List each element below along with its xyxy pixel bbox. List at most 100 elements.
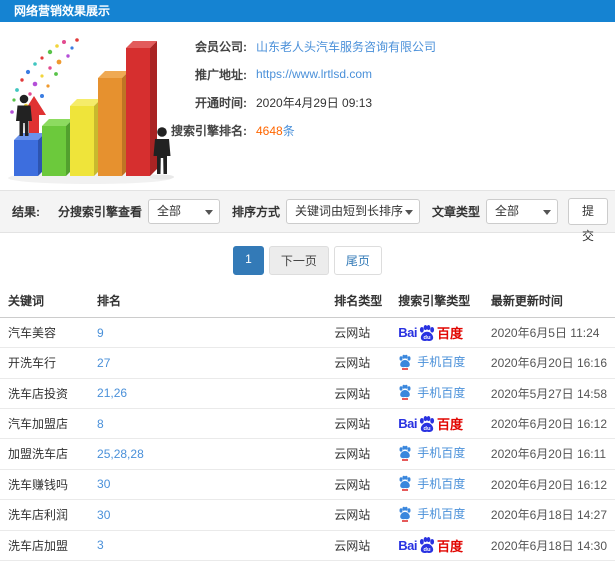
engine-cell: Bai du 百度 xyxy=(390,530,483,561)
last-page-button[interactable]: 尾页 xyxy=(333,246,382,275)
sort-label: 排序方式 xyxy=(232,205,281,219)
sort-select[interactable]: 关键词由短到长排序 xyxy=(286,199,421,224)
rank-type-cell: 云网站 xyxy=(326,499,391,531)
mobile-baidu-logo: 手机百度 xyxy=(398,384,465,401)
baidu-logo: Bai du 百度 xyxy=(398,537,463,554)
keyword-cell: 汽车加盟店 xyxy=(0,408,90,439)
engine-rank-unit: 条 xyxy=(282,123,295,138)
mobile-baidu-logo: 手机百度 xyxy=(398,475,465,492)
article-type-label: 文章类型 xyxy=(432,205,481,219)
rank-type-cell: 云网站 xyxy=(326,317,391,348)
header-rank: 排名 xyxy=(89,284,327,318)
sort-selected: 关键词由短到长排序 xyxy=(295,204,404,218)
rank-link[interactable]: 25,28,28 xyxy=(89,438,327,470)
update-time-cell: 2020年6月20日 16:11 xyxy=(482,438,615,470)
article-type-selected: 全部 xyxy=(495,204,520,218)
page-1-button[interactable]: 1 xyxy=(233,246,264,275)
chevron-down-icon xyxy=(543,210,552,215)
header-updated: 最新更新时间 xyxy=(482,284,615,318)
next-page-button[interactable]: 下一页 xyxy=(268,246,329,275)
table-row: 洗车店加盟 3 云网站 Bai du 百度 2020年6月18日 14:30 xyxy=(0,530,615,561)
mobile-baidu-logo: 手机百度 xyxy=(398,505,465,522)
rank-link[interactable]: 3 xyxy=(89,530,327,561)
rank-type-cell: 云网站 xyxy=(326,530,391,561)
rank-link[interactable]: 30 xyxy=(89,499,327,531)
promo-url-link[interactable]: https://www.lrtlsd.com xyxy=(256,67,372,81)
header-rank-type: 排名类型 xyxy=(326,284,391,318)
rank-link[interactable]: 27 xyxy=(89,347,327,379)
mobile-baidu-paw-icon xyxy=(399,445,411,461)
page-title: 网络营销效果展示 xyxy=(0,0,615,22)
article-type-select[interactable]: 全部 xyxy=(486,199,559,224)
engine-view-selected: 全部 xyxy=(157,204,182,218)
table-row: 开洗车行 27 云网站 手机百度 2020年6月20日 16:16 xyxy=(0,347,615,379)
header-engine-type: 搜索引擎类型 xyxy=(390,284,483,318)
chevron-down-icon xyxy=(405,210,414,215)
baidu-logo: Bai du 百度 xyxy=(398,324,463,341)
update-time-cell: 2020年6月18日 14:27 xyxy=(482,499,615,531)
submit-button[interactable]: 提交 xyxy=(568,198,609,243)
open-time-value: 2020年4月29日 09:13 xyxy=(256,95,373,110)
rank-type-cell: 云网站 xyxy=(326,438,391,470)
update-time-cell: 2020年6月20日 16:12 xyxy=(482,469,615,500)
rank-type-cell: 云网站 xyxy=(326,469,391,500)
table-header-row: 关键词 排名 排名类型 搜索引擎类型 最新更新时间 xyxy=(0,284,615,318)
keyword-cell: 洗车店利润 xyxy=(0,499,90,531)
update-time-cell: 2020年6月20日 16:12 xyxy=(482,408,615,439)
mobile-baidu-logo: 手机百度 xyxy=(398,353,465,370)
update-time-cell: 2020年6月20日 16:16 xyxy=(482,347,615,379)
rank-type-cell: 云网站 xyxy=(326,347,391,379)
keyword-cell: 加盟洗车店 xyxy=(0,438,90,470)
bar-blue xyxy=(14,133,45,176)
mobile-baidu-paw-icon xyxy=(399,475,411,491)
table-row: 汽车加盟店 8 云网站 Bai du 百度 2020年6月20日 16:12 xyxy=(0,408,615,439)
rank-link[interactable]: 8 xyxy=(89,408,327,439)
results-table: 关键词 排名 排名类型 搜索引擎类型 最新更新时间 汽车美容 9 云网站 Bai… xyxy=(0,284,615,561)
engine-view-select[interactable]: 全部 xyxy=(148,199,221,224)
rank-type-cell: 云网站 xyxy=(326,378,391,409)
table-row: 汽车美容 9 云网站 Bai du 百度 2020年6月5日 11:24 xyxy=(0,317,615,348)
table-row: 洗车店利润 30 云网站 手机百度 2020年6月18日 14:27 xyxy=(0,499,615,531)
chevron-down-icon xyxy=(205,210,214,215)
table-row: 洗车赚钱吗 30 云网站 手机百度 2020年6月20日 16:12 xyxy=(0,469,615,500)
bar-orange xyxy=(98,71,129,176)
rank-link[interactable]: 30 xyxy=(89,469,327,500)
bar-red xyxy=(126,41,157,176)
rank-link[interactable]: 9 xyxy=(89,317,327,348)
bar-green xyxy=(42,119,73,176)
update-time-cell: 2020年6月18日 14:30 xyxy=(482,530,615,561)
bar-chart-illustration xyxy=(8,38,174,184)
header-keyword: 关键词 xyxy=(0,284,90,318)
keyword-cell: 洗车店投资 xyxy=(0,378,90,409)
table-row: 加盟洗车店 25,28,28 云网站 手机百度 2020年6月20日 16:11 xyxy=(0,438,615,470)
table-row: 洗车店投资 21,26 云网站 手机百度 2020年5月27日 14:58 xyxy=(0,378,615,409)
baidu-paw-icon: du xyxy=(419,537,435,553)
rank-link[interactable]: 21,26 xyxy=(89,378,327,409)
member-info-section: 会员公司: 山东老人头汽车服务咨询有限公司 推广地址: https://www.… xyxy=(0,22,615,190)
engine-cell: Bai du 百度 xyxy=(390,408,483,439)
rank-type-cell: 云网站 xyxy=(326,408,391,439)
keyword-cell: 汽车美容 xyxy=(0,317,90,348)
filter-bar: 结果: 分搜索引擎查看 全部 排序方式 关键词由短到长排序 文章类型 全部 提交 xyxy=(0,190,615,243)
result-label: 结果: xyxy=(12,205,40,219)
keyword-cell: 开洗车行 xyxy=(0,347,90,379)
bar-yellow xyxy=(70,99,101,176)
engine-cell: 手机百度 xyxy=(390,378,483,409)
keyword-cell: 洗车赚钱吗 xyxy=(0,469,90,500)
baidu-logo: Bai du 百度 xyxy=(398,415,463,432)
results-table-body: 汽车美容 9 云网站 Bai du 百度 2020年6月5日 11:24 开洗车… xyxy=(0,317,615,561)
pagination: 1 下一页 尾页 xyxy=(0,246,615,275)
svg-text:du: du xyxy=(423,547,431,553)
update-time-cell: 2020年6月5日 11:24 xyxy=(482,317,615,348)
keyword-cell: 洗车店加盟 xyxy=(0,530,90,561)
svg-text:du: du xyxy=(423,334,431,340)
engine-rank-count: 4648 xyxy=(256,123,283,138)
svg-text:du: du xyxy=(423,425,431,431)
engine-view-label: 分搜索引擎查看 xyxy=(58,205,143,219)
mobile-baidu-paw-icon xyxy=(399,354,411,370)
engine-cell: 手机百度 xyxy=(390,469,483,500)
engine-cell: 手机百度 xyxy=(390,347,483,379)
baidu-paw-icon: du xyxy=(419,415,435,432)
member-company-link[interactable]: 山东老人头汽车服务咨询有限公司 xyxy=(256,38,436,55)
engine-cell: Bai du 百度 xyxy=(390,317,483,348)
